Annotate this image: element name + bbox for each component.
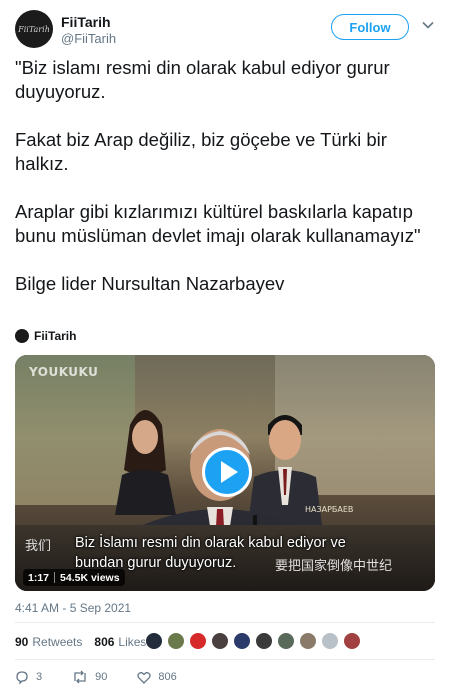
chevron-down-icon[interactable] bbox=[421, 18, 435, 32]
tweet-header: FiiTarih FiiTarih @FiiTarih Follow bbox=[15, 10, 435, 50]
display-name[interactable]: FiiTarih bbox=[61, 14, 111, 30]
retweets-label: Retweets bbox=[32, 635, 83, 649]
reply-button[interactable]: 3 bbox=[15, 670, 42, 684]
tweet-timestamp[interactable]: 4:41 AM - 5 Sep 2021 bbox=[15, 601, 131, 615]
like-count: 806 bbox=[158, 671, 177, 683]
liker-avatar[interactable] bbox=[277, 632, 295, 650]
chinese-caption-left: 我们 bbox=[25, 539, 52, 554]
liker-avatar[interactable] bbox=[189, 632, 207, 650]
reply-count: 3 bbox=[36, 671, 43, 683]
retweets-count: 90 bbox=[15, 635, 29, 649]
liker-avatar[interactable] bbox=[343, 632, 361, 650]
video-player[interactable]: YOUKUKU НАЗАРБАЕВ 我们 要把国家倒像中世纪 Biz İslam… bbox=[15, 355, 435, 591]
liker-avatar[interactable] bbox=[255, 632, 273, 650]
play-icon bbox=[221, 461, 238, 483]
retweet-count: 90 bbox=[95, 671, 108, 683]
liker-avatars bbox=[145, 632, 365, 652]
video-duration: 1:17 bbox=[28, 571, 50, 584]
retweet-icon bbox=[74, 670, 86, 684]
follow-button[interactable]: Follow bbox=[331, 14, 409, 40]
heart-icon bbox=[137, 671, 152, 684]
speaker-name-tag: НАЗАРБАЕВ bbox=[305, 505, 354, 514]
media-source[interactable]: FiiTarih bbox=[15, 328, 76, 344]
tweet-text: "Biz islamı resmi din olarak kabul ediyo… bbox=[15, 57, 421, 294]
video-subtitle: Biz İslamı resmi din olarak kabul ediyor… bbox=[75, 535, 346, 571]
retweet-button[interactable]: 90 bbox=[72, 670, 107, 684]
like-button[interactable]: 806 bbox=[137, 671, 177, 684]
tweet-actions: 3 90 806 bbox=[15, 669, 207, 685]
badge-divider bbox=[54, 572, 56, 583]
avatar[interactable]: FiiTarih bbox=[15, 10, 53, 48]
liker-avatar[interactable] bbox=[167, 632, 185, 650]
divider bbox=[15, 622, 435, 623]
liker-avatar[interactable] bbox=[145, 632, 163, 650]
likes-stat[interactable]: 806 Likes bbox=[94, 635, 146, 649]
retweets-stat[interactable]: 90 Retweets bbox=[15, 635, 82, 649]
video-watermark: YOUKUKU bbox=[29, 365, 99, 379]
source-name: FiiTarih bbox=[34, 329, 77, 343]
video-views: 54.5K views bbox=[60, 571, 120, 584]
user-handle[interactable]: @FiiTarih bbox=[61, 31, 116, 46]
likes-label: Likes bbox=[118, 635, 147, 649]
liker-avatar[interactable] bbox=[299, 632, 317, 650]
source-avatar bbox=[15, 329, 29, 343]
liker-avatar[interactable] bbox=[211, 632, 229, 650]
likes-count: 806 bbox=[94, 635, 115, 649]
reply-icon bbox=[16, 671, 28, 684]
liker-avatar[interactable] bbox=[233, 632, 251, 650]
avatar-logo: FiiTarih bbox=[18, 24, 50, 34]
liker-avatar[interactable] bbox=[321, 632, 339, 650]
engagement-stats: 90 Retweets 806 Likes bbox=[15, 632, 158, 652]
video-badge: 1:17 54.5K views bbox=[23, 569, 125, 586]
divider bbox=[15, 659, 435, 660]
play-button[interactable] bbox=[202, 447, 252, 497]
